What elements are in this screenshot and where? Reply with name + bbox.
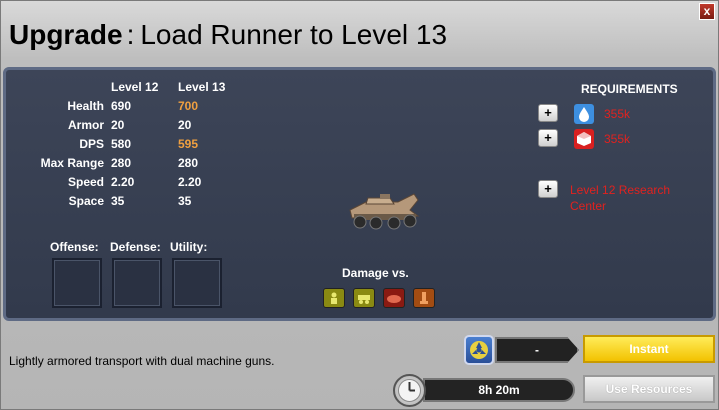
stat-label: Armor <box>67 118 104 132</box>
title-prefix: Upgrade <box>9 19 123 50</box>
offense-label: Offense: <box>50 240 99 254</box>
requirement-building: + Level 12 Research Center <box>538 180 708 220</box>
stat-next: 700 <box>178 99 199 113</box>
title-text: Load Runner to Level 13 <box>140 19 448 50</box>
stat-next: 280 <box>178 156 199 170</box>
level-to-header: Level 13 <box>178 80 226 94</box>
defense-slot[interactable] <box>112 258 162 308</box>
stat-row-max-range: Max Range 280 280 <box>16 156 256 175</box>
upgrade-time-value: 8h 20m <box>423 378 575 402</box>
stat-current: 35 <box>111 194 125 208</box>
stat-current: 280 <box>111 156 132 170</box>
stat-next: 595 <box>178 137 199 151</box>
supplies-requirement-value: 355k <box>604 132 631 146</box>
utility-slot[interactable] <box>172 258 222 308</box>
research-center-requirement: Level 12 Research Center <box>570 183 671 213</box>
damage-vs-label: Damage vs. <box>342 266 409 280</box>
stats-panel: Level 12 Level 13 Health 690 700 Armor 2… <box>3 67 716 321</box>
stat-label: Space <box>68 194 104 208</box>
stat-current: 690 <box>111 99 132 113</box>
dialog-title: Upgrade : Load Runner to Level 13 <box>9 19 447 53</box>
unit-description: Lightly armored transport with dual mach… <box>9 354 275 368</box>
water-requirement-value: 355k <box>604 107 631 121</box>
vehicle-icon <box>353 288 375 308</box>
stat-next: 35 <box>178 194 192 208</box>
add-supplies-button[interactable]: + <box>538 129 558 147</box>
water-drop-icon <box>574 104 594 124</box>
upgrade-time-bar: 8h 20m <box>393 374 579 407</box>
utility-label: Utility: <box>170 240 208 254</box>
stat-next: 20 <box>178 118 192 132</box>
load-runner-unit-image <box>349 193 420 230</box>
stat-current: 580 <box>111 137 132 151</box>
stat-label: DPS <box>79 137 104 151</box>
air-icon <box>383 288 405 308</box>
stat-label: Health <box>67 99 104 113</box>
instant-cost-value: - <box>495 337 579 363</box>
supply-crate-icon <box>574 129 594 149</box>
stat-label: Speed <box>67 175 104 189</box>
title-separator: : <box>126 19 135 50</box>
stat-row-space: Space 35 35 <box>16 194 256 213</box>
offense-slot[interactable] <box>52 258 102 308</box>
premium-currency-icon <box>464 335 494 365</box>
stat-row-speed: Speed 2.20 2.20 <box>16 175 256 194</box>
stat-next: 2.20 <box>178 175 202 189</box>
use-resources-button[interactable]: Use Resources <box>583 375 715 403</box>
upgrade-dialog: Upgrade : Load Runner to Level 13 x Leve… <box>0 0 719 410</box>
infantry-icon <box>323 288 345 308</box>
close-button[interactable]: x <box>699 3 715 20</box>
add-water-button[interactable]: + <box>538 104 558 122</box>
stat-label: Max Range <box>40 156 104 170</box>
building-icon <box>413 288 435 308</box>
stat-row-dps: DPS 580 595 <box>16 137 256 156</box>
damage-vs-icons <box>323 288 435 308</box>
add-building-button[interactable]: + <box>538 180 558 198</box>
instant-cost-bar: - <box>464 335 580 365</box>
stat-row-health: Health 690 700 <box>16 99 256 118</box>
stat-current: 20 <box>111 118 125 132</box>
requirements-title: REQUIREMENTS <box>581 82 678 96</box>
stat-row-armor: Armor 20 20 <box>16 118 256 137</box>
stat-current: 2.20 <box>111 175 135 189</box>
instant-button[interactable]: Instant <box>583 335 715 363</box>
level-from-header: Level 12 <box>111 80 159 94</box>
defense-label: Defense: <box>110 240 161 254</box>
clock-icon <box>393 374 426 407</box>
